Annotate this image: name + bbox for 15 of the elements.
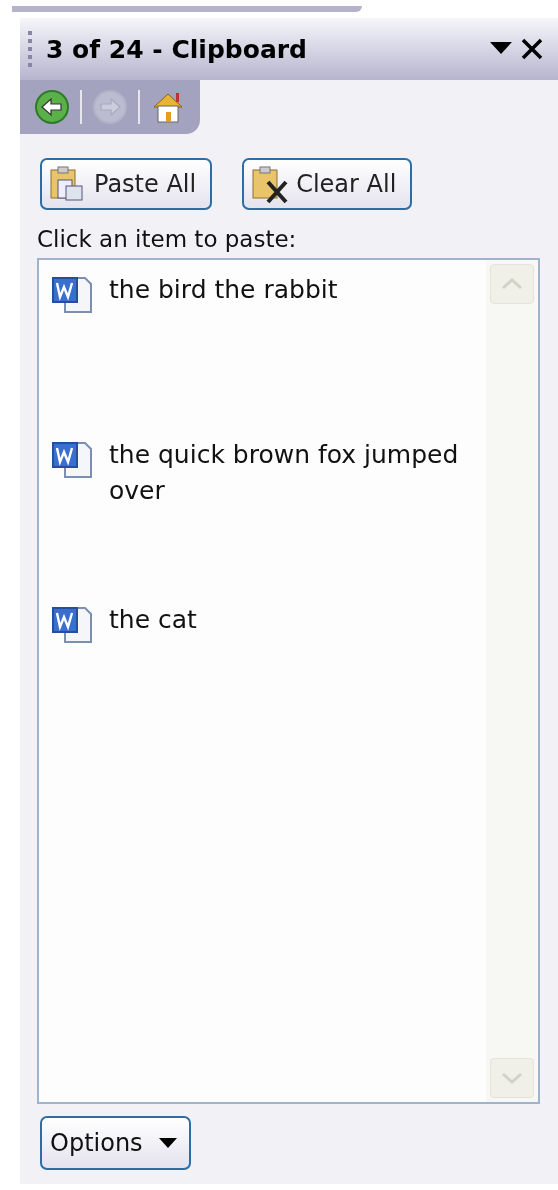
back-button[interactable] [34, 89, 70, 125]
clear-all-button[interactable]: Clear All [242, 158, 413, 210]
instruction-text: Click an item to paste: [36, 225, 298, 252]
clipboard-item[interactable]: the cat [51, 602, 471, 767]
pane-title: 3 of 24 - Clipboard [46, 34, 308, 64]
grip-icon[interactable] [28, 31, 32, 67]
chevron-up-icon [501, 278, 523, 290]
close-icon [520, 37, 544, 61]
clipboard-item[interactable]: the bird the rabbit [51, 272, 471, 437]
chevron-down-icon [501, 1072, 523, 1084]
dropdown-triangle-icon [490, 42, 512, 56]
clipboard-item[interactable]: the quick brown fox jumped over [51, 437, 471, 602]
paste-all-button[interactable]: Paste All [40, 158, 213, 210]
options-button[interactable]: Options [40, 1116, 191, 1170]
dropdown-triangle-icon [158, 1138, 177, 1148]
